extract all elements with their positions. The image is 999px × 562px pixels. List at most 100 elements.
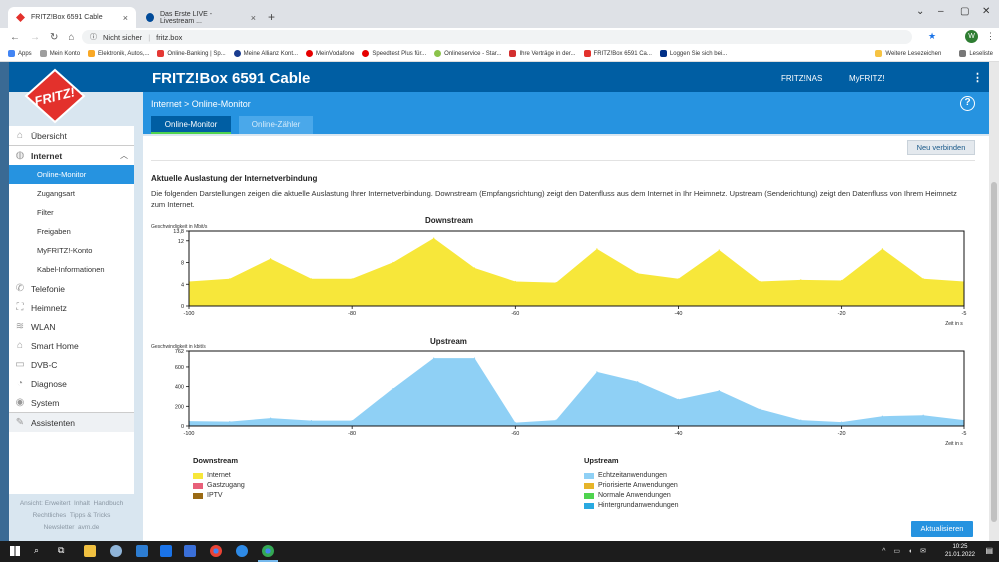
myfritz-link[interactable]: MyFRITZ! bbox=[849, 74, 885, 83]
sidebar-item-diagnose[interactable]: ◔ Diagnose bbox=[9, 374, 134, 393]
bookmark-item[interactable]: Mein Konto bbox=[39, 50, 80, 57]
sidebar-item-myfritz-konto[interactable]: MyFRITZ!-Konto bbox=[9, 241, 134, 260]
close-window-icon[interactable]: ✕ bbox=[982, 6, 990, 17]
profile-avatar[interactable]: W bbox=[965, 30, 978, 43]
downstream-point bbox=[310, 278, 312, 280]
address-separator: | bbox=[148, 32, 151, 42]
minimize-icon[interactable]: – bbox=[938, 6, 944, 17]
downstream-point bbox=[922, 278, 924, 280]
bookmark-apps[interactable]: Apps bbox=[8, 50, 32, 57]
downstream-x-tick-label: -80 bbox=[348, 311, 356, 317]
fritznas-link[interactable]: FRITZ!NAS bbox=[781, 74, 822, 83]
help-icon[interactable]: ? bbox=[960, 96, 975, 111]
bookmark-item[interactable]: Loggen Sie sich bei... bbox=[659, 50, 727, 57]
chevron-up-icon[interactable]: ︿ bbox=[120, 150, 128, 161]
section-title: Aktuelle Auslastung der Internetverbindu… bbox=[151, 174, 318, 183]
footer-link-tipps[interactable]: Tipps & Tricks bbox=[70, 512, 111, 519]
task-view-icon[interactable]: ⧉ bbox=[58, 545, 64, 556]
fritz-logo[interactable]: FRITZ! bbox=[24, 68, 86, 124]
sidebar-item-kabel-informationen[interactable]: Kabel-Informationen bbox=[9, 260, 134, 279]
sidebar-item-freigaben[interactable]: Freigaben bbox=[9, 222, 134, 241]
outlook-icon[interactable] bbox=[184, 545, 196, 557]
reconnect-button[interactable]: Neu verbinden bbox=[907, 140, 975, 155]
search-icon[interactable]: ⌕ bbox=[34, 545, 39, 556]
bookmark-item[interactable]: Onlineservice - Star... bbox=[434, 50, 501, 57]
mail-icon[interactable] bbox=[160, 545, 172, 557]
upstream-point bbox=[310, 420, 312, 422]
new-tab-icon[interactable]: + bbox=[268, 10, 275, 24]
sidebar-item-dvb-c[interactable]: ▭ DVB-C bbox=[9, 355, 134, 374]
sidebar-item-online-monitor[interactable]: Online-Monitor bbox=[9, 165, 134, 184]
close-tab-icon[interactable]: × bbox=[123, 13, 128, 23]
bookmark-item[interactable]: Ihre Verträge in der... bbox=[509, 50, 576, 57]
sidebar-item-heimnetz[interactable]: ⛶ Heimnetz bbox=[9, 298, 134, 317]
reload-icon[interactable]: ↻ bbox=[50, 32, 58, 43]
notification-icon[interactable]: ▤ bbox=[985, 546, 993, 555]
phone-icon: ✆ bbox=[15, 282, 25, 294]
update-button[interactable]: Aktualisieren bbox=[911, 521, 973, 537]
upstream-point bbox=[841, 421, 843, 423]
bookmark-item[interactable]: Meine Allianz Kont... bbox=[233, 50, 298, 57]
sidebar-item-system[interactable]: ◉ System bbox=[9, 393, 134, 412]
bookmark-label: Speedtest Plus für... bbox=[372, 50, 427, 57]
bookmark-item[interactable]: Online-Banking | Sp... bbox=[157, 50, 226, 57]
sidebar-item-uebersicht[interactable]: ⌂ Übersicht bbox=[9, 126, 134, 145]
chrome-active-icon[interactable] bbox=[262, 545, 274, 557]
footer-link-rechtliches[interactable]: Rechtliches bbox=[33, 512, 67, 519]
back-icon[interactable]: ← bbox=[10, 32, 20, 43]
legend-swatch bbox=[193, 482, 203, 489]
bookmark-item[interactable]: FRITZ!Box 6591 Ca... bbox=[583, 50, 652, 57]
explorer-icon[interactable] bbox=[84, 545, 96, 557]
home-icon[interactable]: ⌂ bbox=[68, 32, 74, 43]
reading-list[interactable]: Leseliste bbox=[959, 50, 993, 57]
sidebar-item-assistenten[interactable]: ✎ Assistenten bbox=[9, 413, 134, 432]
footer-link-inhalt[interactable]: Inhalt bbox=[74, 500, 90, 507]
browser-tab-fritzbox[interactable]: FRITZ!Box 6591 Cable × bbox=[8, 7, 136, 28]
sidebar-item-wlan[interactable]: ≋ WLAN bbox=[9, 317, 134, 336]
downstream-y-tick-label: 8 bbox=[181, 261, 184, 267]
clock-date: 21.01.2022 bbox=[944, 552, 975, 558]
bookmark-favicon bbox=[509, 50, 517, 57]
menu-icon[interactable]: ⋮ bbox=[972, 71, 983, 84]
sidebar: ⌂ Übersicht ◍ Internet ︿ Online-Monitor Zug… bbox=[9, 126, 134, 494]
browser-tab-daserste[interactable]: Das Erste LIVE - Livestream ... × bbox=[138, 7, 264, 28]
edge-icon[interactable] bbox=[136, 545, 148, 557]
system-tray-icons[interactable]: ^ ▭ ◖ ✉ bbox=[882, 547, 929, 555]
sidebar-item-smart-home[interactable]: ⌂ Smart Home bbox=[9, 336, 134, 355]
diagnose-icon: ◔ bbox=[16, 377, 24, 389]
tab-online-zaehler[interactable]: Online-Zähler bbox=[239, 116, 313, 134]
address-bar[interactable]: ⓘ Nicht sicher | fritz.box bbox=[82, 30, 912, 44]
tab-online-monitor[interactable]: Online-Monitor bbox=[151, 116, 231, 134]
browser-menu-icon[interactable]: ⋮ bbox=[986, 31, 995, 42]
sidebar-item-telefonie[interactable]: ✆ Telefonie bbox=[9, 279, 134, 298]
footer-link-ansicht[interactable]: Ansicht: Erweitert bbox=[20, 500, 71, 507]
bookmark-folder-more[interactable]: Weitere Lesezeichen bbox=[875, 50, 941, 57]
sidebar-item-zugangsart[interactable]: Zugangsart bbox=[9, 184, 134, 203]
bookmark-item[interactable]: Elektronik, Autos,... bbox=[88, 50, 149, 57]
legend-label: Hintergrundanwendungen bbox=[598, 502, 679, 509]
app-icon[interactable] bbox=[236, 545, 248, 557]
page-scrollbar[interactable] bbox=[989, 62, 999, 541]
footer-link-avm[interactable]: avm.de bbox=[78, 524, 99, 531]
legend-swatch bbox=[584, 502, 594, 509]
scrollbar-thumb[interactable] bbox=[991, 182, 997, 522]
warning-icon: ⓘ bbox=[90, 34, 97, 41]
footer-link-handbuch[interactable]: Handbuch bbox=[94, 500, 124, 507]
footer-link-newsletter[interactable]: Newsletter bbox=[44, 524, 75, 531]
chrome-icon[interactable] bbox=[210, 545, 222, 557]
chevron-down-icon[interactable]: ⌄ bbox=[916, 6, 924, 17]
browser-tab-label: Das Erste LIVE - Livestream ... bbox=[159, 10, 213, 25]
taskbar-clock[interactable]: 10:25 21.01.2022 bbox=[945, 543, 975, 559]
bookmark-label: Ihre Verträge in der... bbox=[519, 50, 576, 57]
sidebar-item-internet[interactable]: ◍ Internet ︿ bbox=[9, 146, 134, 165]
downstream-x-tick-label: -100 bbox=[183, 311, 194, 317]
bookmark-item[interactable]: Speedtest Plus für... bbox=[362, 50, 426, 57]
app-icon[interactable] bbox=[110, 545, 122, 557]
forward-icon[interactable]: → bbox=[30, 32, 40, 43]
close-tab-icon[interactable]: × bbox=[251, 13, 256, 23]
windows-start-icon[interactable] bbox=[10, 546, 20, 556]
bookmark-star-icon[interactable]: ★ bbox=[928, 31, 936, 42]
sidebar-item-filter[interactable]: Filter bbox=[9, 203, 134, 222]
bookmark-item[interactable]: MeinVodafone bbox=[306, 50, 354, 57]
maximize-icon[interactable]: ▢ bbox=[960, 6, 969, 17]
